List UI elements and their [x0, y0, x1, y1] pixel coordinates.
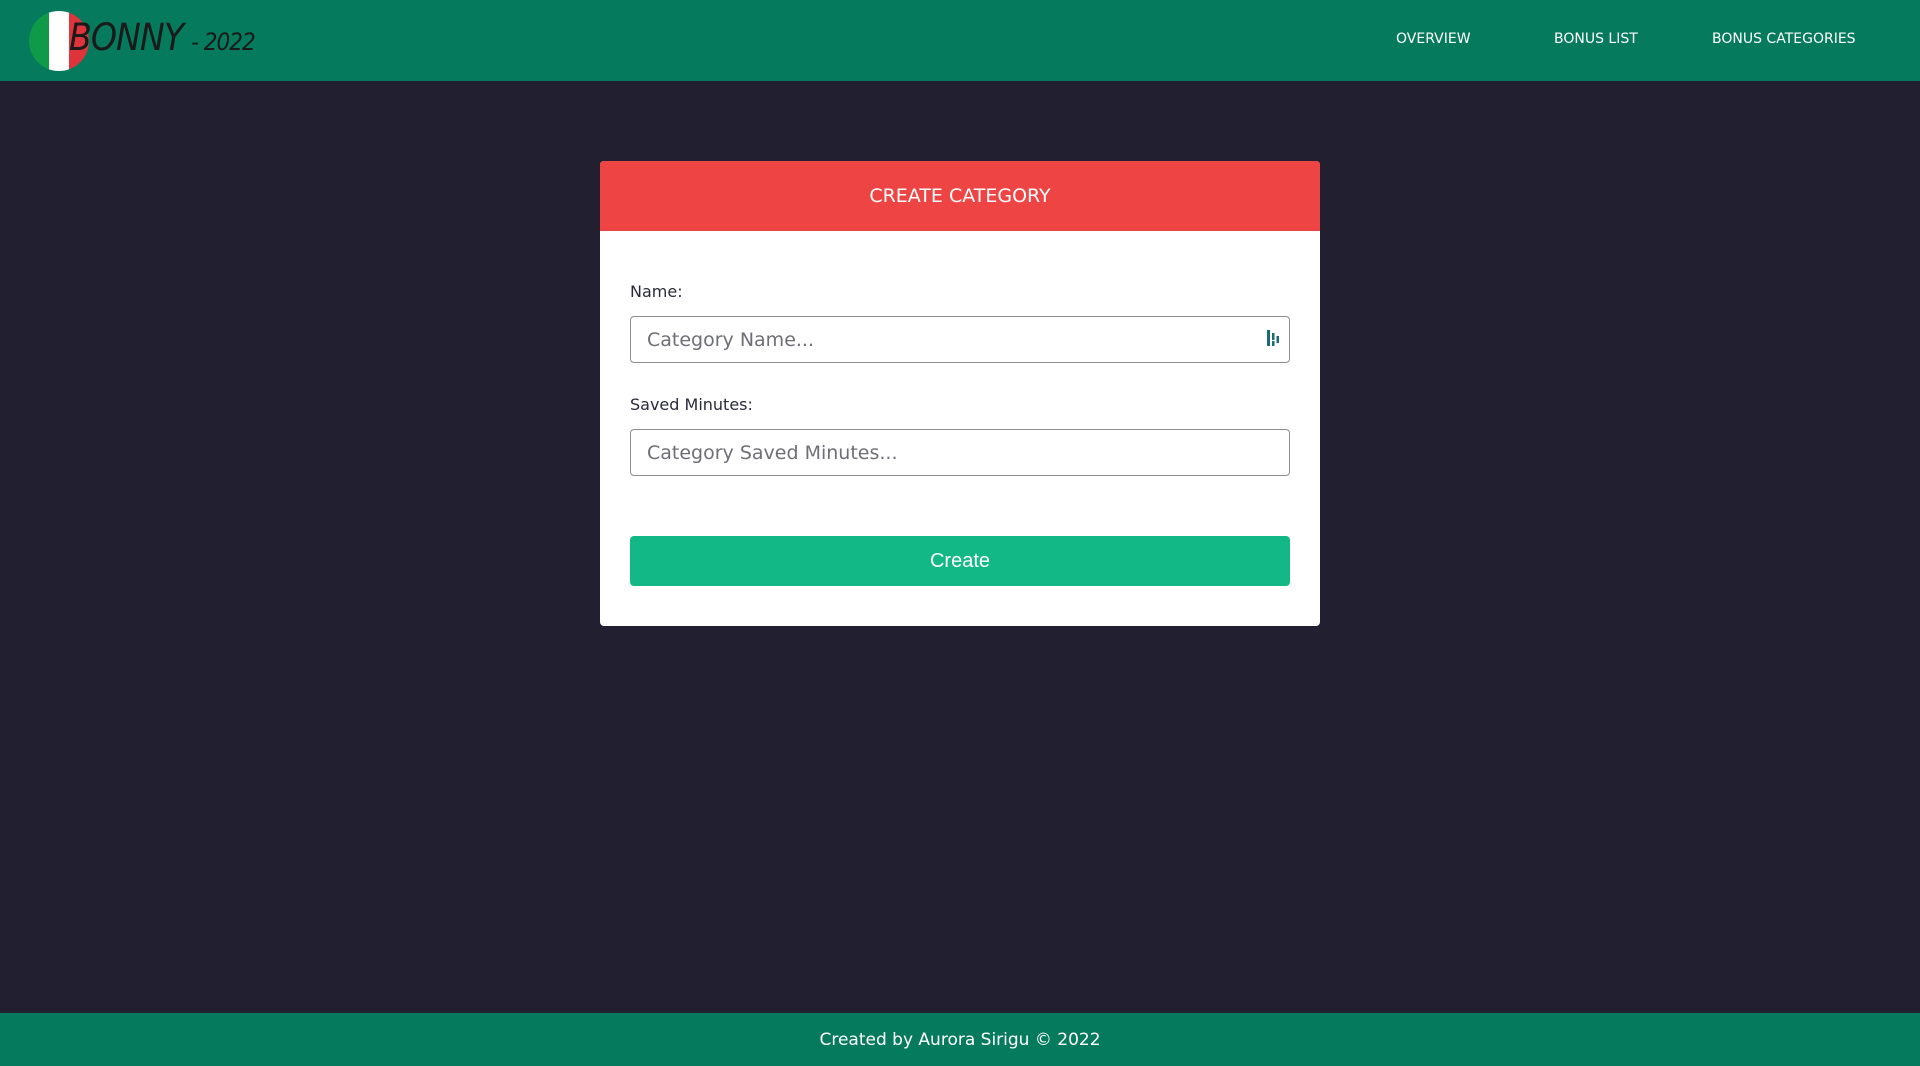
- brand-logo[interactable]: BONNY - 2022: [29, 10, 256, 72]
- brand-name: BONNY: [69, 16, 184, 59]
- brand-wordmark: BONNY - 2022: [69, 16, 256, 59]
- page-footer: Created by Aurora Sirigu © 2022: [0, 1013, 1920, 1066]
- create-category-card: CREATE CATEGORY Name: Saved Minutes: Cre…: [600, 161, 1320, 626]
- create-button[interactable]: Create: [630, 536, 1290, 586]
- saved-minutes-input[interactable]: [630, 429, 1290, 476]
- category-name-input[interactable]: [630, 316, 1290, 363]
- footer-credit: Created by Aurora Sirigu © 2022: [819, 1029, 1101, 1050]
- top-navbar: BONNY - 2022 OVERVIEW BONUS LIST BONUS CA…: [0, 0, 1920, 81]
- nav-bonus-list[interactable]: BONUS LIST: [1554, 31, 1638, 47]
- saved-minutes-label: Saved Minutes:: [630, 395, 753, 414]
- nav-overview[interactable]: OVERVIEW: [1396, 31, 1471, 47]
- nav-bonus-categories[interactable]: BONUS CATEGORIES: [1712, 31, 1856, 47]
- password-manager-icon[interactable]: [1266, 329, 1282, 347]
- card-title: CREATE CATEGORY: [600, 161, 1320, 231]
- name-label: Name:: [630, 282, 683, 301]
- brand-year: - 2022: [191, 28, 256, 56]
